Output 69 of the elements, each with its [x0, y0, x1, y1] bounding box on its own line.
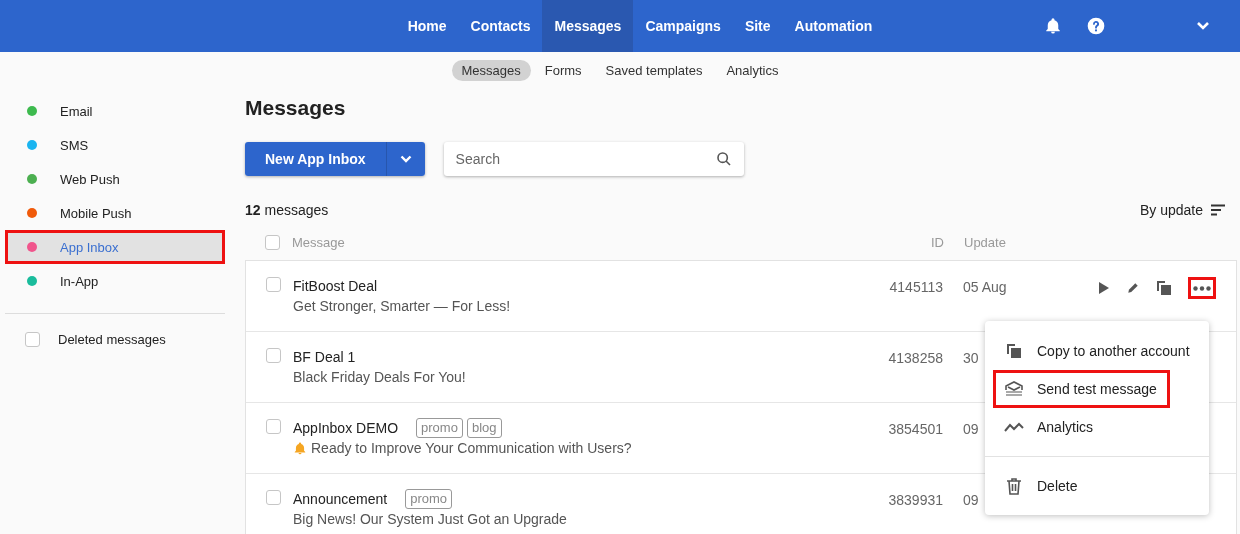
menu-item[interactable]: Send test message	[993, 370, 1170, 408]
menu-item[interactable]: Delete	[993, 467, 1201, 505]
sub-nav-tab[interactable]: Messages	[451, 59, 531, 81]
sidebar-item[interactable]: Web Push	[5, 162, 225, 196]
nav-link[interactable]: Campaigns	[633, 0, 733, 52]
message-name[interactable]: AppInbox DEMO	[293, 419, 399, 436]
nav-link[interactable]: Site	[732, 0, 783, 52]
message-id: 3839931	[887, 492, 943, 508]
copy-icon[interactable]	[1156, 280, 1172, 296]
sub-nav-tab[interactable]: Saved templates	[595, 59, 713, 81]
search-icon	[715, 151, 732, 167]
line-chart-icon	[1003, 421, 1025, 433]
message-id: 4138258	[887, 350, 943, 366]
menu-item[interactable]: Analytics	[993, 408, 1201, 446]
bell-icon[interactable]	[1044, 17, 1062, 35]
page-title: Messages	[245, 96, 347, 121]
message-name[interactable]: FitBoost Deal	[293, 277, 378, 294]
row-checkbox[interactable]	[266, 348, 281, 363]
row-checkbox[interactable]	[266, 277, 281, 292]
sort-icon[interactable]	[1211, 204, 1225, 216]
chevron-down-icon[interactable]	[1196, 21, 1210, 31]
search-field[interactable]: Search	[443, 142, 744, 176]
message-count: 12 messages	[245, 202, 329, 218]
message-description: Black Friday Deals For You!	[293, 369, 466, 385]
more-button[interactable]	[1188, 277, 1216, 299]
menu-item[interactable]: Copy to another account	[993, 332, 1201, 370]
update-date: 09	[963, 492, 979, 508]
checkbox-label: Deleted messages	[58, 332, 166, 347]
new-app-inbox-button[interactable]: New App Inbox	[245, 142, 387, 176]
tag: promo	[405, 488, 453, 509]
sidebar-item[interactable]: SMS	[5, 128, 225, 162]
help-icon[interactable]	[1086, 16, 1106, 36]
message-name[interactable]: Announcement	[293, 490, 388, 507]
sidebar-item[interactable]: In-App	[5, 264, 225, 298]
envelope-icon	[1003, 381, 1025, 397]
message-name[interactable]: BF Deal 1	[293, 348, 356, 365]
message-id: 4145113	[888, 279, 943, 295]
checkbox[interactable]	[25, 332, 40, 347]
update-date: 30	[963, 350, 979, 366]
update-date: 09	[963, 421, 979, 437]
row-checkbox[interactable]	[266, 419, 281, 434]
nav-link[interactable]: Automation	[782, 0, 885, 52]
nav-link[interactable]: Contacts	[458, 0, 543, 52]
chevron-down-icon	[399, 155, 412, 163]
nav-link[interactable]: Messages	[542, 0, 634, 52]
update-date: 05 Aug	[963, 279, 1007, 295]
bell-icon	[293, 440, 307, 456]
row-checkbox[interactable]	[266, 490, 281, 505]
sidebar-item[interactable]: App Inbox	[5, 230, 225, 264]
column-header: ID	[930, 234, 944, 250]
message-description: Ready to Improve Your Communication with Users?	[311, 440, 632, 456]
sub-nav-tab[interactable]: Forms	[534, 59, 592, 81]
more-icon	[1193, 285, 1211, 291]
tag: blog	[466, 417, 502, 438]
message-id: 3854501	[887, 421, 943, 437]
message-description: Get Stronger, Smarter — For Less!	[293, 298, 511, 314]
sidebar-item[interactable]: Email	[5, 94, 225, 128]
sort-link[interactable]: By update	[1139, 202, 1203, 218]
play-icon[interactable]	[1098, 281, 1110, 295]
dropdown-button[interactable]	[386, 142, 425, 176]
pencil-icon[interactable]	[1126, 280, 1140, 296]
column-header: Message	[292, 234, 346, 250]
nav-link[interactable]: Home	[395, 0, 459, 52]
sidebar-item[interactable]: Mobile Push	[5, 196, 225, 230]
select-all-checkbox[interactable]	[265, 234, 280, 250]
sub-nav-tab[interactable]: Analytics	[716, 59, 789, 81]
message-description: Big News! Our System Just Got an Upgrade	[293, 511, 567, 527]
column-header: Update	[964, 234, 1007, 250]
tag: promo	[416, 417, 463, 438]
